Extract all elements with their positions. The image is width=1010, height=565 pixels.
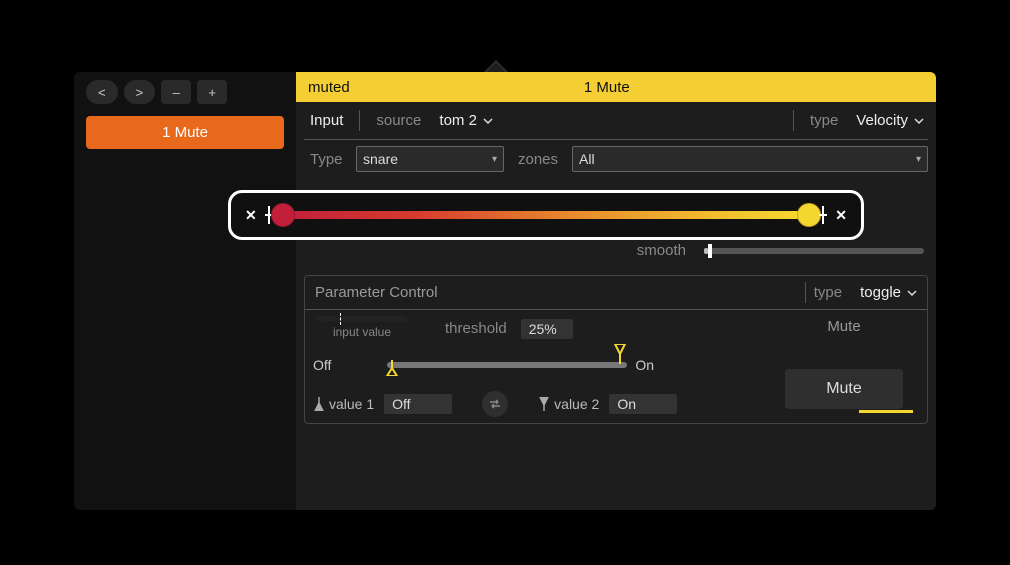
toggle-range-slider[interactable] [387,362,627,368]
input-label: Input [304,108,349,133]
input-value-label: input value [317,325,407,339]
toggle-range-row: Off On [313,357,761,373]
value2-label: value 2 [538,396,599,412]
output-label: Mute [827,318,860,335]
swap-values-button[interactable] [482,391,508,417]
panel-title: 1 Mute [350,79,864,96]
chevron-down-icon [483,116,493,126]
marker-up-icon [313,397,325,411]
swap-icon [488,397,502,411]
chevron-down-icon [914,116,924,126]
input-range-slider[interactable]: ✕ ✕ [228,190,864,240]
input-type-value: Velocity [856,112,908,129]
param-type-dropdown[interactable]: toggle [856,282,921,303]
value1-label: value 1 [313,396,374,412]
range-track[interactable] [281,211,812,219]
param-title: Parameter Control [311,282,803,303]
panel-frame: < > – + 1 Mute muted 1 Mute Input source… [74,72,936,510]
marker-down-icon [538,397,550,411]
param-right-column: Mute Mute [769,316,919,417]
chevron-down-icon [907,288,917,298]
range-max-tick-icon [819,206,827,224]
input-row: Input source tom 2 type Velocity [296,102,936,137]
nav-prev-button[interactable]: < [86,80,118,104]
sidebar: < > – + 1 Mute [74,72,296,510]
nav-next-button[interactable]: > [124,80,156,104]
nav-remove-button[interactable]: – [161,80,191,104]
zones-select-value: All [579,151,595,167]
type-label: Type [304,147,348,172]
value2-field[interactable]: On [609,394,677,414]
threshold-value[interactable]: 25% [521,319,573,339]
source-value: tom 2 [439,112,477,129]
type-row: Type snare ▾ zones All ▾ [296,142,936,176]
close-icon: ✕ [245,207,257,224]
zones-select[interactable]: All ▾ [572,146,928,172]
panel-pointer-icon [484,60,508,72]
toggle-high-marker[interactable] [613,344,627,364]
parameter-control-section: Parameter Control type toggle input val [304,275,928,424]
toggle-off-label: Off [313,357,331,373]
sidebar-nav: < > – + [82,80,288,104]
close-icon: ✕ [835,207,847,224]
input-type-label: type [804,108,844,133]
toggle-low-marker[interactable] [385,360,399,376]
toggle-on-label: On [635,357,654,373]
status-label: muted [308,79,350,96]
active-indicator [859,410,913,413]
param-header: Parameter Control type toggle [305,276,927,310]
type-select[interactable]: snare ▾ [356,146,504,172]
nav-add-button[interactable]: + [197,80,227,104]
range-low-handle[interactable] [271,203,295,227]
zones-label: zones [512,147,564,172]
smooth-label: smooth [631,238,692,263]
range-high-handle[interactable] [797,203,821,227]
smooth-slider[interactable] [704,248,924,254]
type-select-value: snare [363,151,398,167]
marker-up-icon [385,360,399,376]
source-dropdown[interactable]: tom 2 [435,110,497,131]
select-arrow-icon: ▾ [492,154,497,165]
source-label: source [370,108,427,133]
select-arrow-icon: ▾ [916,154,921,165]
param-left-column: input value threshold 25% Off [313,316,761,417]
marker-down-icon [613,344,627,364]
mute-button[interactable]: Mute [785,369,903,409]
title-bar: muted 1 Mute [296,72,936,102]
input-value-indicator: input value [317,316,407,339]
sidebar-tab-active[interactable]: 1 Mute [86,116,284,149]
param-type-label: type [808,280,848,305]
param-type-value: toggle [860,284,901,301]
values-row: value 1 Off value [313,391,761,417]
main-panel: muted 1 Mute Input source tom 2 type Vel… [296,72,936,510]
input-type-dropdown[interactable]: Velocity [852,110,928,131]
smooth-slider-handle[interactable] [708,244,712,258]
threshold-label: threshold [439,316,513,341]
value1-field[interactable]: Off [384,394,452,414]
